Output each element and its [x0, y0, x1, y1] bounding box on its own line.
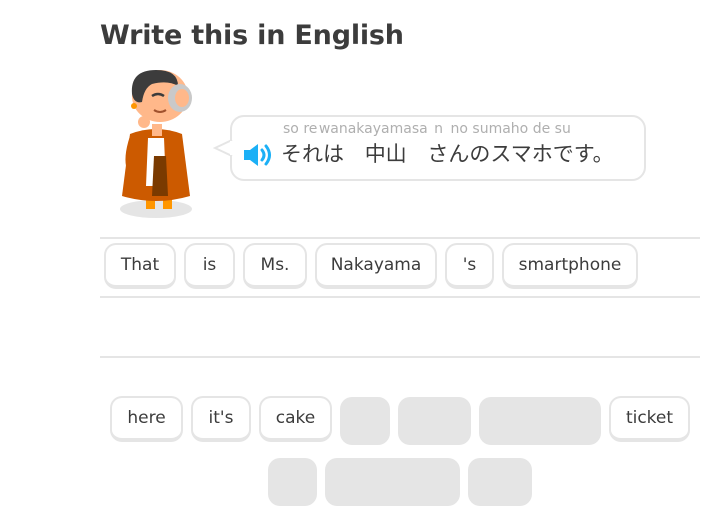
- word-bank-tile[interactable]: ticket: [609, 396, 690, 442]
- answer-tile[interactable]: That: [104, 243, 176, 289]
- word-bank-empty-slot: [340, 397, 390, 445]
- romaji-reading: so re wanakayamasa n no sumaho de su: [283, 121, 571, 137]
- romaji-syllable: ma: [488, 121, 511, 137]
- word-bank-empty-slot: [398, 397, 471, 445]
- word-bank-empty-slot: [325, 458, 460, 506]
- answer-tile[interactable]: Ms.: [243, 243, 307, 289]
- word-bank-tile[interactable]: cake: [259, 396, 332, 442]
- romaji-syllable: no: [450, 121, 468, 137]
- japanese-word[interactable]: それは: [281, 138, 344, 168]
- answer-line-top: [100, 237, 700, 239]
- word-bank-empty-slot: [268, 458, 317, 506]
- answer-tile[interactable]: Nakayama: [315, 243, 437, 289]
- romaji-syllable: de: [532, 121, 551, 137]
- romaji-syllable: n: [434, 121, 444, 137]
- word-bank-tile[interactable]: here: [110, 396, 183, 442]
- speaker-icon[interactable]: [240, 140, 274, 170]
- romaji-syllable: su: [472, 121, 489, 137]
- answer-tile[interactable]: 's: [445, 243, 494, 289]
- answer-line-middle: [100, 296, 700, 298]
- romaji-syllable: so: [283, 121, 299, 137]
- answer-tile[interactable]: smartphone: [502, 243, 638, 289]
- romaji-syllable: re: [303, 121, 318, 137]
- japanese-word[interactable]: 中山: [365, 138, 407, 168]
- japanese-word[interactable]: さんのスマホです。: [427, 138, 613, 168]
- word-bank-tile[interactable]: it's: [191, 396, 251, 442]
- answer-tile[interactable]: is: [184, 243, 235, 289]
- romaji-syllable: ho: [510, 121, 529, 137]
- japanese-sentence: それは 中山 さんのスマホです。: [281, 138, 614, 168]
- romaji-syllable: sa: [411, 121, 428, 137]
- word-bank-empty-slot: [468, 458, 532, 506]
- romaji-syllable: nakayama: [338, 121, 412, 137]
- romaji-syllable: su: [554, 121, 571, 137]
- page-title: Write this in English: [100, 20, 404, 51]
- word-bank-empty-slot: [479, 397, 601, 445]
- romaji-syllable: wa: [318, 121, 339, 137]
- answer-line-bottom: [100, 356, 700, 358]
- character-illustration: [108, 66, 208, 226]
